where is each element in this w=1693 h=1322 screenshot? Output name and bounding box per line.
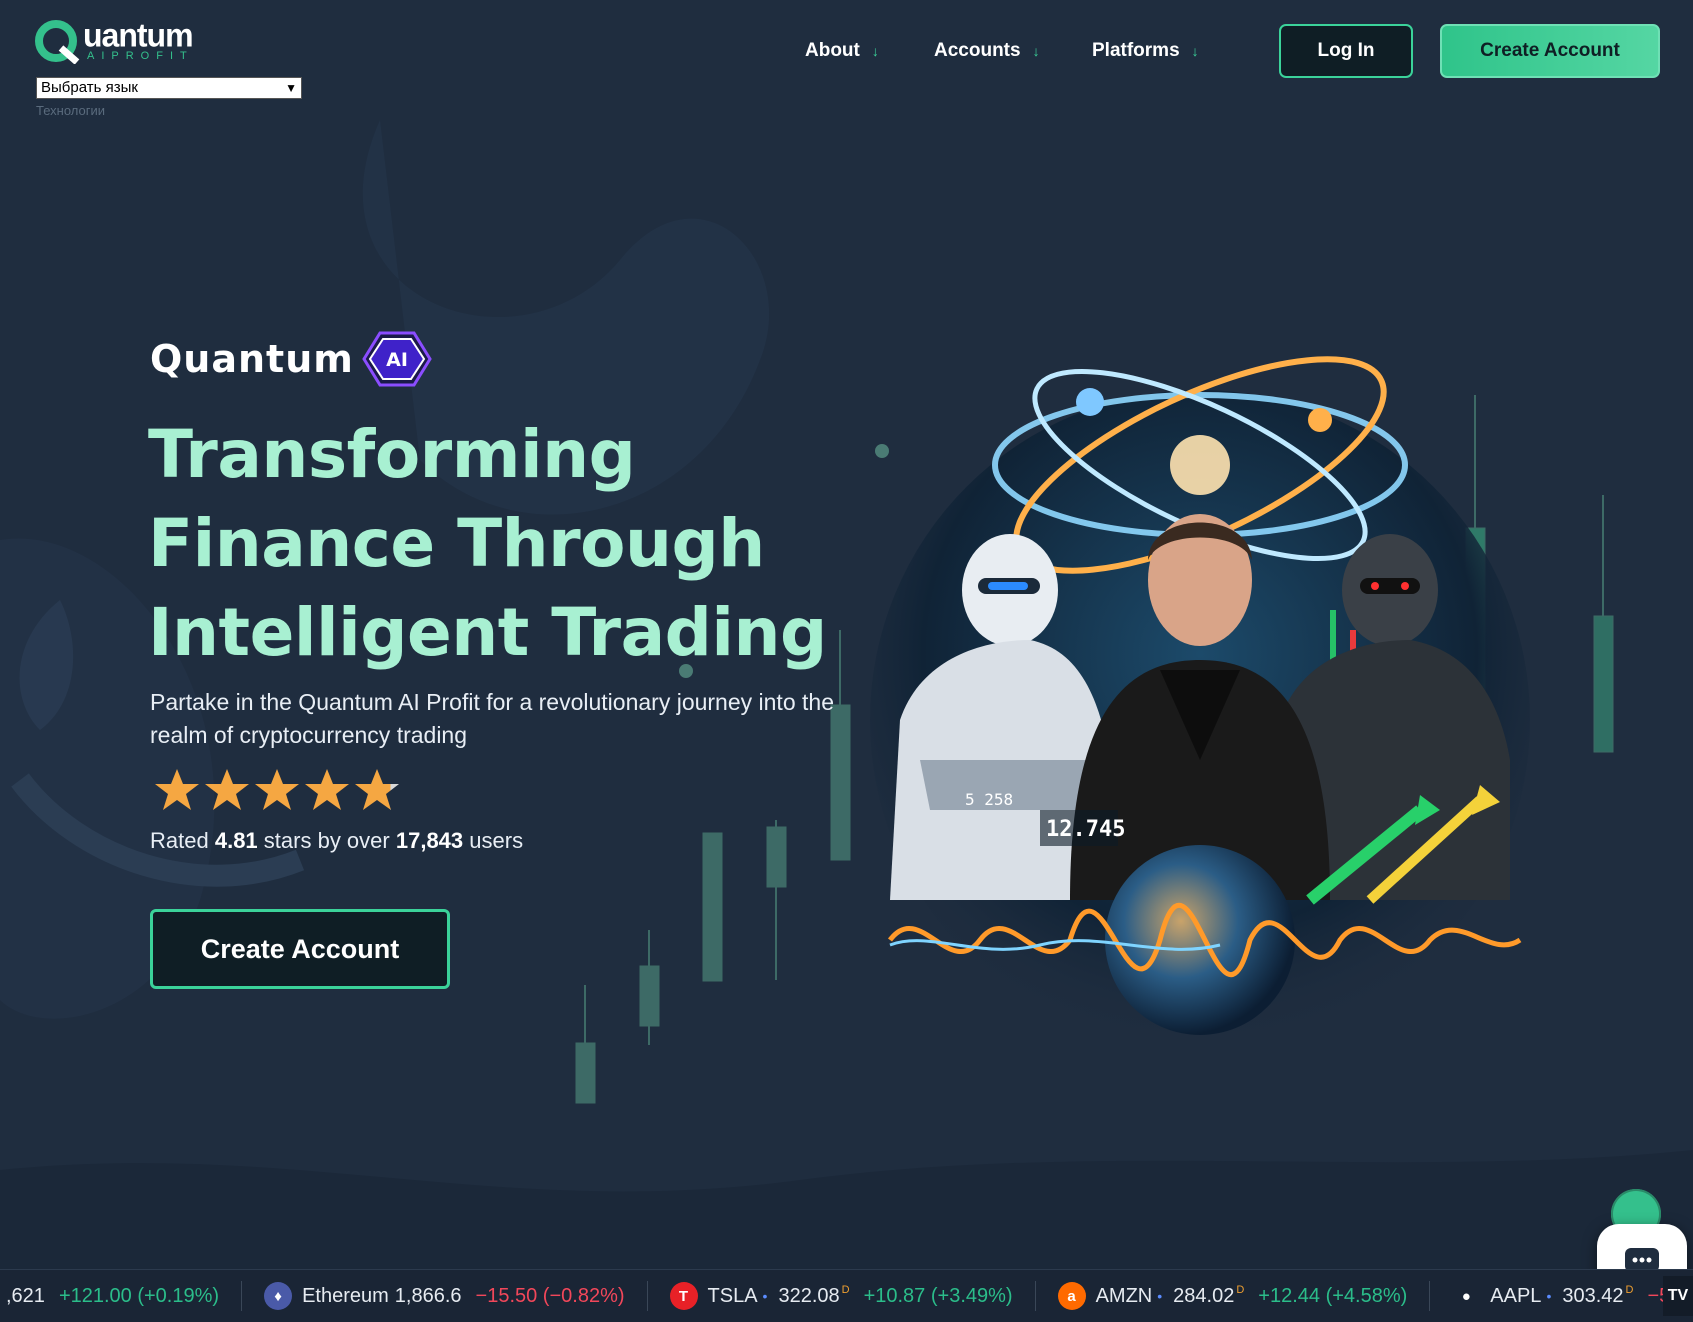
rating-suffix: users: [469, 828, 524, 853]
rating-stars: [152, 766, 402, 812]
ticker-symbol: TSLA: [707, 1284, 758, 1307]
ticker-item[interactable]: T TSLA • 322.08 D +10.87 (+3.49%): [648, 1281, 1036, 1311]
tradingview-logo[interactable]: TV: [1663, 1276, 1693, 1316]
quantum-q-logo-icon: [35, 20, 80, 64]
language-caption: Технологии: [36, 103, 106, 118]
ethereum-icon: ♦: [264, 1282, 293, 1310]
star-icon: [255, 769, 299, 810]
headline-line-2: Finance Through: [148, 505, 765, 582]
ticker-dot: •: [1157, 1288, 1163, 1304]
ticker-price: 284.02: [1173, 1284, 1235, 1307]
nav-platforms-label: Platforms: [1092, 40, 1180, 61]
nav-about[interactable]: About ↓: [805, 40, 879, 62]
ai-hexagon-badge: AI: [362, 331, 432, 387]
amazon-icon: a: [1057, 1282, 1086, 1310]
brand-word: Quantum: [150, 337, 354, 381]
ticker-item[interactable]: ●AAPL•303.42D−5.17 (: [1430, 1281, 1693, 1311]
ticker-price: 303.42: [1562, 1284, 1624, 1307]
ticker-change: +121.00 (+0.19%): [58, 1284, 220, 1307]
ticker-suffix: D: [841, 1284, 850, 1296]
rating-value: 4.81: [214, 828, 258, 853]
rating-users: 17,843: [395, 828, 464, 853]
ticker-change: +12.44 (+4.58%): [1258, 1284, 1408, 1307]
nav-accounts[interactable]: Accounts ↓: [934, 40, 1040, 62]
hero-subtitle: Partake in the Quantum AI Profit for a r…: [150, 689, 834, 748]
image-number-2: 12.745: [1046, 817, 1125, 842]
ticker-item[interactable]: a AMZN • 284.02 D +12.44 (+4.58%): [1036, 1281, 1431, 1311]
ai-badge-text: AI: [386, 349, 408, 371]
create-account-header-button[interactable]: Create Account: [1440, 24, 1660, 78]
ticker-suffix: D: [1625, 1284, 1634, 1296]
ticker-price: ,621: [6, 1284, 45, 1307]
ticker-suffix: D: [1236, 1284, 1245, 1296]
hero-illustration: 5 258 12.745: [870, 356, 1530, 1050]
ticker-change: −15.50 (−0.82%): [475, 1284, 625, 1307]
headline-line-3: Intelligent Trading: [148, 594, 827, 671]
arrow-down-icon: ↓: [1032, 43, 1040, 59]
ticker-item[interactable]: ,621 +121.00 (+0.19%): [0, 1281, 243, 1311]
nav-about-label: About: [805, 40, 860, 61]
nav-accounts-label: Accounts: [934, 40, 1021, 61]
hero-headline: Transforming Finance Through Intelligent…: [148, 410, 908, 677]
arrow-down-icon: ↓: [871, 43, 879, 59]
tesla-icon: T: [669, 1282, 698, 1310]
language-select[interactable]: Выбрать язык ▼: [36, 77, 302, 99]
ticker-change: +10.87 (+3.49%): [863, 1284, 1013, 1307]
apple-icon: ●: [1461, 1287, 1471, 1305]
logo-word: uantum: [83, 16, 194, 54]
hero-brand: Quantum AI: [150, 330, 432, 388]
ticker-symbol: AAPL: [1490, 1284, 1542, 1307]
star-icon: [155, 769, 199, 810]
star-icon: [205, 769, 249, 810]
chevron-down-icon: ▼: [285, 81, 297, 95]
ticker-price: 322.08: [778, 1284, 840, 1307]
login-button[interactable]: Log In: [1279, 24, 1413, 78]
star-icon: [355, 769, 399, 810]
rating-prefix: Rated: [150, 828, 209, 853]
ticker-symbol: AMZN: [1095, 1284, 1153, 1307]
headline-line-1: Transforming: [148, 416, 636, 493]
ticker-dot: •: [762, 1288, 768, 1304]
ticker-dot: •: [1546, 1288, 1552, 1304]
nav-platforms[interactable]: Platforms ↓: [1092, 40, 1199, 62]
star-icon: [305, 769, 349, 810]
rating-text: Rated 4.81 stars by over 17,843 users: [150, 828, 523, 854]
site-logo[interactable]: uantum AIPROFIT: [35, 16, 194, 64]
arrow-down-icon: ↓: [1191, 43, 1199, 59]
rating-middle: stars by over: [263, 828, 390, 853]
ticker-price: 1,866.6: [394, 1284, 462, 1307]
language-select-value: Выбрать язык: [41, 79, 138, 96]
ticker-symbol: Ethereum: [302, 1284, 389, 1307]
image-number-1: 5 258: [965, 790, 1013, 809]
ticker-tape[interactable]: ,621 +121.00 (+0.19%) ♦ Ethereum 1,866.6 −15.…: [0, 1269, 1693, 1322]
ticker-item[interactable]: ♦ Ethereum 1,866.6 −15.50 (−0.82%): [242, 1281, 648, 1311]
create-account-hero-button[interactable]: Create Account: [150, 909, 450, 989]
